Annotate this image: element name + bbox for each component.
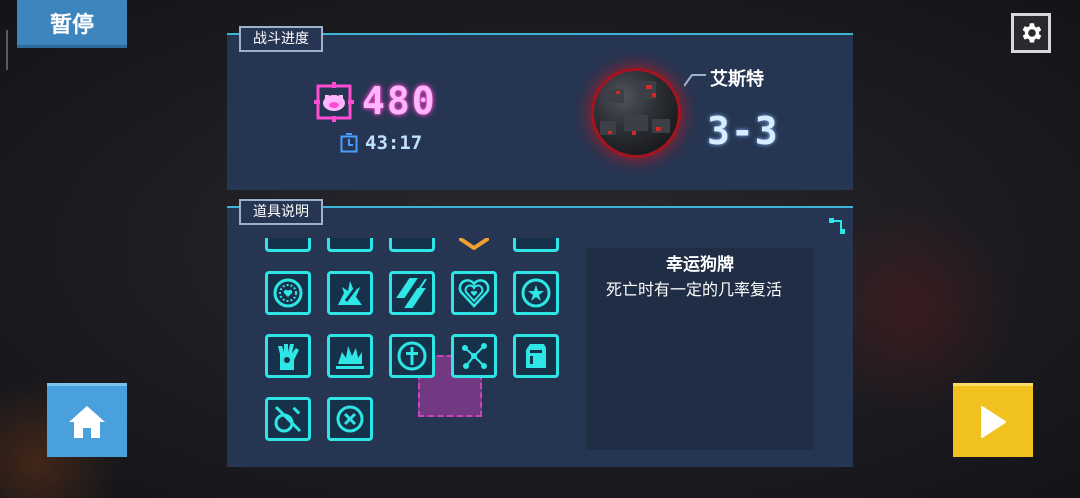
item-heart-ring[interactable] — [265, 271, 311, 315]
boss-planet-icon — [594, 71, 678, 155]
glove-icon — [278, 344, 299, 370]
item-dog-tag[interactable] — [389, 334, 435, 378]
stopwatch-icon — [340, 133, 358, 153]
item-network[interactable] — [451, 334, 497, 378]
item-flame-sword[interactable] — [327, 271, 373, 315]
item-partial-5[interactable] — [513, 238, 559, 252]
explosion-icon — [336, 346, 364, 369]
slash-icon — [396, 278, 427, 308]
item-fist[interactable] — [513, 334, 559, 378]
item-partial-1[interactable] — [265, 238, 311, 252]
item-partial-4[interactable] — [451, 238, 497, 252]
score-value: 480 — [362, 79, 437, 123]
item-description-tab: 道具说明 — [239, 199, 323, 225]
star-badge-icon — [521, 278, 551, 308]
item-detail-box: 幸运狗牌 死亡时有一定的几率复活 — [586, 248, 814, 450]
play-icon — [981, 405, 1006, 438]
pig-target-icon — [314, 82, 354, 122]
item-detail-title: 幸运狗牌 — [666, 255, 734, 275]
gear-icon — [1022, 23, 1042, 43]
home-icon — [69, 405, 105, 438]
item-cancel[interactable] — [327, 397, 373, 441]
item-description-panel: 道具说明 幸运狗牌 死亡时有一定的几率复活 — [227, 199, 853, 468]
item-partial-2[interactable] — [327, 238, 373, 252]
battle-progress-tab: 战斗进度 — [239, 26, 323, 52]
cross-tag-icon — [397, 341, 427, 371]
timer-value: 43:17 — [365, 132, 423, 154]
layered-heart-icon — [458, 279, 490, 308]
pause-button[interactable]: 暂停 — [17, 0, 127, 48]
sword-shield-icon — [274, 405, 302, 433]
item-grid — [265, 238, 565, 468]
boss-label-line — [684, 74, 706, 87]
chevron-badge-icon — [459, 238, 489, 250]
heart-ring-icon — [273, 278, 303, 308]
item-star-badge[interactable] — [513, 271, 559, 315]
side-marker — [6, 30, 8, 70]
item-detail-description: 死亡时有一定的几率复活 — [606, 280, 783, 299]
item-slash[interactable] — [389, 271, 435, 315]
boss-name: 艾斯特 — [710, 69, 764, 90]
flame-sword-icon — [338, 281, 362, 305]
stage-label: 3-3 — [707, 109, 779, 153]
item-partial-3[interactable] — [389, 238, 435, 252]
item-explosion[interactable] — [327, 334, 373, 378]
settings-button[interactable] — [1011, 13, 1051, 53]
item-sword-shield[interactable] — [265, 397, 311, 441]
x-circle-icon — [336, 405, 364, 433]
home-button[interactable] — [47, 383, 127, 457]
fist-icon — [526, 344, 546, 368]
item-layered-heart[interactable] — [451, 271, 497, 315]
expand-corner-icon[interactable] — [829, 218, 845, 234]
play-button[interactable] — [953, 383, 1033, 457]
network-icon — [462, 343, 487, 369]
item-glove[interactable] — [265, 334, 311, 378]
battle-progress-panel: 战斗进度 480 43:17 艾斯特 3-3 — [227, 26, 853, 190]
